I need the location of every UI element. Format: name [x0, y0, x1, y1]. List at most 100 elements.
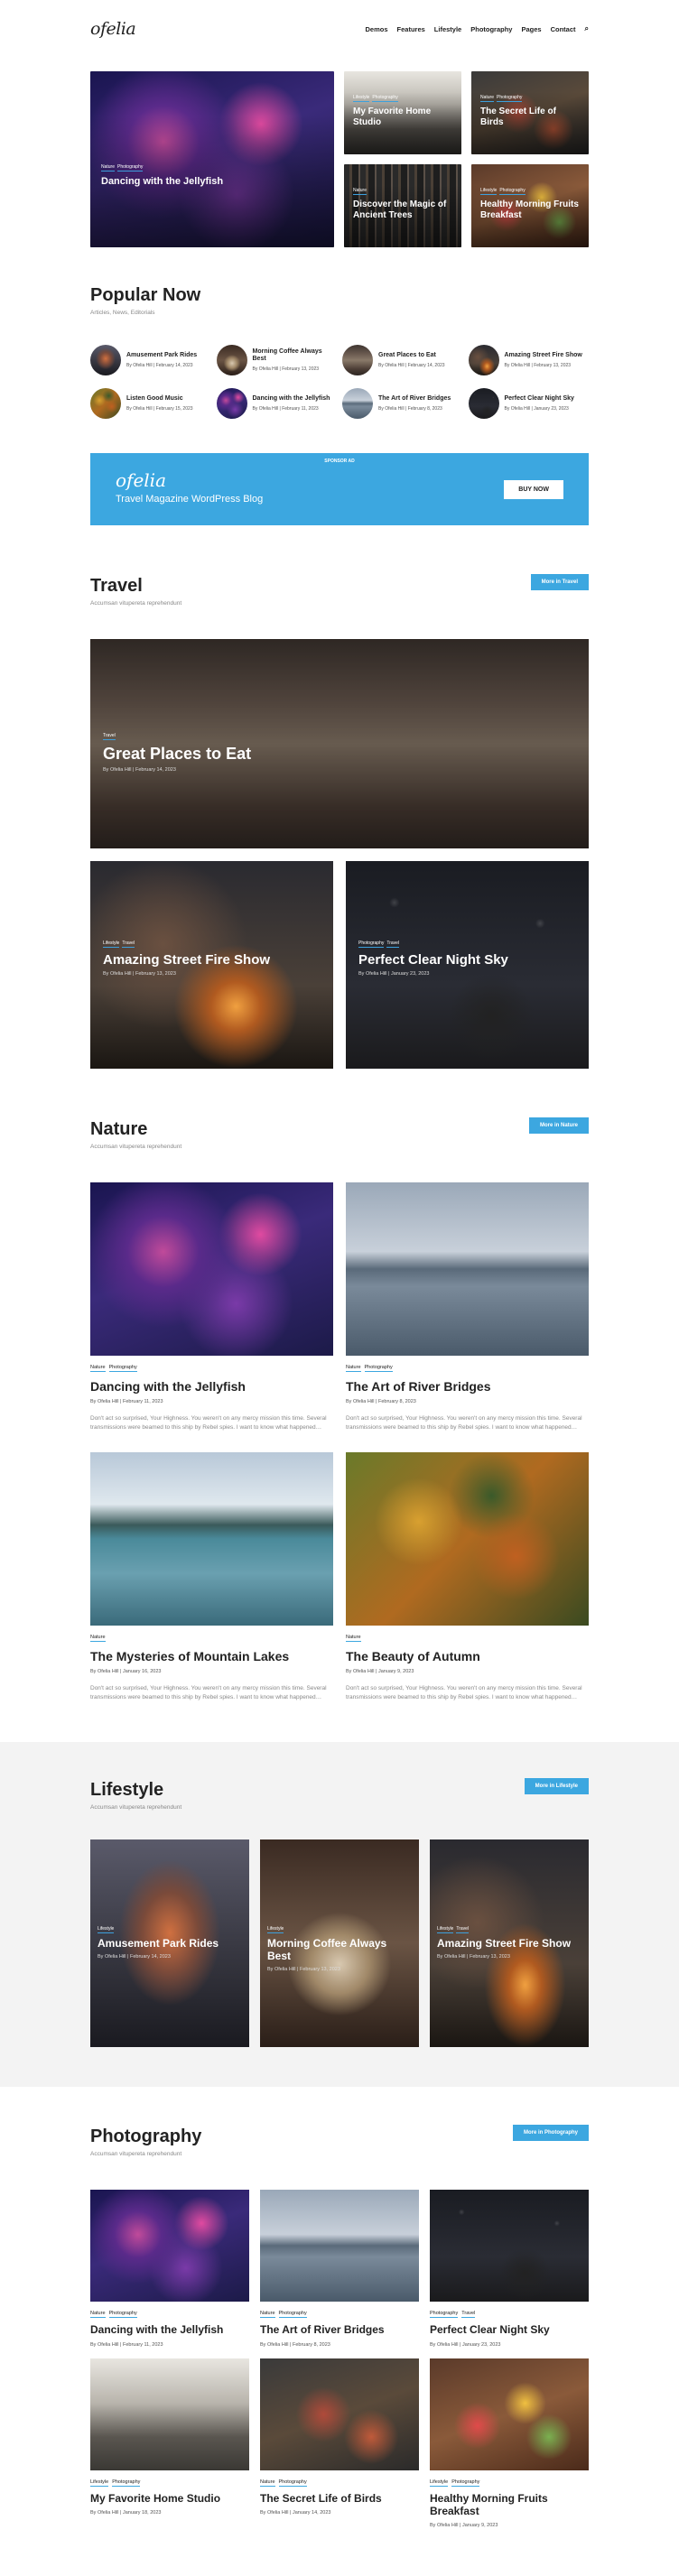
- popular-item[interactable]: Listen Good Music By Ofelia Hill | Februa…: [90, 388, 211, 419]
- nav-pages[interactable]: Pages: [521, 25, 541, 33]
- post-thumbnail[interactable]: [342, 388, 373, 419]
- post-thumbnail[interactable]: [342, 345, 373, 375]
- post-title[interactable]: Morning Coffee Always Best: [253, 348, 338, 364]
- category-tag[interactable]: Nature: [101, 164, 116, 172]
- post-title[interactable]: The Beauty of Autumn: [346, 1649, 589, 1663]
- travel-feature-card[interactable]: Travel Great Places to Eat By Ofelia Hill …: [90, 639, 589, 848]
- category-tag[interactable]: Travel: [456, 1926, 470, 1934]
- hero-card[interactable]: Nature Discover the Magic of Ancient Tree…: [344, 164, 461, 247]
- post-image[interactable]: [90, 1182, 333, 1356]
- category-tag[interactable]: Lifestyle: [90, 2479, 109, 2487]
- post-title[interactable]: My Favorite Home Studio: [353, 107, 452, 127]
- post-title[interactable]: Healthy Morning Fruits Breakfast: [430, 2492, 589, 2518]
- category-tag[interactable]: Photography: [372, 95, 398, 102]
- category-tag[interactable]: Travel: [461, 2311, 476, 2319]
- category-tag[interactable]: Photography: [499, 188, 526, 195]
- popular-item[interactable]: Amazing Street Fire Show By Ofelia Hill |…: [468, 345, 590, 375]
- category-tag[interactable]: Photography: [278, 2311, 307, 2319]
- category-tag[interactable]: Photography: [430, 2311, 459, 2319]
- post-image[interactable]: [90, 2190, 249, 2303]
- category-tag[interactable]: Photography: [278, 2479, 307, 2487]
- post-title[interactable]: Morning Coffee Always Best: [267, 1937, 412, 1963]
- search-icon[interactable]: ⌕: [585, 24, 589, 33]
- hero-feature-card[interactable]: Nature Photography Dancing with the Jelly…: [90, 71, 334, 247]
- category-tag[interactable]: Travel: [386, 941, 400, 948]
- post-image[interactable]: [346, 1452, 589, 1626]
- post-title[interactable]: Amusement Park Rides: [98, 1937, 242, 1951]
- travel-card[interactable]: Photography Travel Perfect Clear Night Sky…: [346, 861, 589, 1069]
- post-title[interactable]: The Art of River Bridges: [378, 395, 451, 403]
- post-title[interactable]: Perfect Clear Night Sky: [358, 952, 508, 968]
- post-title[interactable]: The Mysteries of Mountain Lakes: [90, 1649, 333, 1663]
- post-title[interactable]: Perfect Clear Night Sky: [505, 395, 574, 403]
- category-tag[interactable]: Photography: [358, 941, 385, 948]
- category-tag[interactable]: Travel: [103, 733, 116, 740]
- category-tag[interactable]: Lifestyle: [103, 941, 120, 948]
- popular-item[interactable]: Great Places to Eat By Ofelia Hill | Febr…: [342, 345, 463, 375]
- category-tag[interactable]: Photography: [117, 164, 144, 172]
- nav-photography[interactable]: Photography: [470, 25, 512, 33]
- site-logo[interactable]: ofelia: [90, 19, 136, 39]
- post-title[interactable]: Great Places to Eat: [378, 352, 445, 359]
- category-tag[interactable]: Nature: [90, 1365, 106, 1372]
- more-in-travel-button[interactable]: More in Travel: [530, 574, 589, 590]
- category-tag[interactable]: Lifestyle: [437, 1926, 454, 1934]
- post-title[interactable]: Healthy Morning Fruits Breakfast: [480, 199, 580, 220]
- post-title[interactable]: Dancing with the Jellyfish: [90, 2323, 249, 2336]
- post-title[interactable]: Discover the Magic of Ancient Trees: [353, 199, 452, 220]
- post-image[interactable]: [90, 1452, 333, 1626]
- post-title[interactable]: The Art of River Bridges: [260, 2323, 419, 2336]
- hero-card[interactable]: Lifestyle Photography Healthy Morning Frui…: [471, 164, 589, 247]
- category-tag[interactable]: Photography: [451, 2479, 480, 2487]
- category-tag[interactable]: Nature: [90, 2311, 106, 2319]
- category-tag[interactable]: Lifestyle: [98, 1926, 115, 1934]
- more-in-photography-button[interactable]: More in Photography: [513, 2125, 589, 2142]
- lifestyle-card[interactable]: Lifestyle Morning Coffee Always Best By Of…: [260, 1839, 419, 2048]
- post-thumbnail[interactable]: [216, 388, 247, 419]
- post-title[interactable]: Great Places to Eat: [103, 745, 251, 764]
- sponsor-banner[interactable]: SPONSOR AD ofelia Travel Magazine WordPr…: [90, 453, 589, 525]
- hero-card[interactable]: Nature Photography The Secret Life of Bird…: [471, 71, 589, 154]
- post-title[interactable]: Dancing with the Jellyfish: [253, 395, 330, 403]
- post-title[interactable]: Perfect Clear Night Sky: [430, 2323, 589, 2336]
- category-tag[interactable]: Lifestyle: [267, 1926, 284, 1934]
- category-tag[interactable]: Photography: [364, 1365, 393, 1372]
- category-tag[interactable]: Nature: [346, 1635, 361, 1643]
- hero-card[interactable]: Lifestyle Photography My Favorite Home Stu…: [344, 71, 461, 154]
- travel-card[interactable]: Lifestyle Travel Amazing Street Fire Show B…: [90, 861, 333, 1069]
- post-title[interactable]: My Favorite Home Studio: [90, 2492, 249, 2505]
- post-thumbnail[interactable]: [90, 345, 121, 375]
- post-title[interactable]: Amusement Park Rides: [126, 352, 197, 359]
- category-tag[interactable]: Nature: [260, 2311, 275, 2319]
- post-thumbnail[interactable]: [90, 388, 121, 419]
- category-tag[interactable]: Travel: [122, 941, 135, 948]
- more-in-nature-button[interactable]: More in Nature: [528, 1117, 589, 1134]
- more-in-lifestyle-button[interactable]: More in Lifestyle: [524, 1778, 589, 1795]
- post-image[interactable]: [346, 1182, 589, 1356]
- popular-item[interactable]: The Art of River Bridges By Ofelia Hill |…: [342, 388, 463, 419]
- post-title[interactable]: Listen Good Music: [126, 395, 193, 403]
- popular-item[interactable]: Morning Coffee Always Best By Ofelia Hill…: [216, 345, 338, 375]
- post-title[interactable]: Dancing with the Jellyfish: [101, 176, 325, 188]
- post-title[interactable]: The Secret Life of Birds: [480, 107, 580, 127]
- category-tag[interactable]: Nature: [260, 2479, 275, 2487]
- lifestyle-card[interactable]: Lifestyle Travel Amazing Street Fire Show B…: [430, 1839, 589, 2048]
- category-tag[interactable]: Photography: [108, 1365, 137, 1372]
- category-tag[interactable]: Nature: [480, 95, 495, 102]
- category-tag[interactable]: Lifestyle: [430, 2479, 449, 2487]
- category-tag[interactable]: Photography: [497, 95, 523, 102]
- post-image[interactable]: [430, 2358, 589, 2470]
- category-tag[interactable]: Nature: [346, 1365, 361, 1372]
- post-title[interactable]: Amazing Street Fire Show: [103, 952, 270, 968]
- category-tag[interactable]: Lifestyle: [480, 188, 498, 195]
- nav-features[interactable]: Features: [397, 25, 425, 33]
- post-title[interactable]: Dancing with the Jellyfish: [90, 1379, 333, 1394]
- post-image[interactable]: [260, 2190, 419, 2303]
- nav-contact[interactable]: Contact: [551, 25, 576, 33]
- nav-lifestyle[interactable]: Lifestyle: [434, 25, 461, 33]
- nav-demos[interactable]: Demos: [366, 25, 388, 33]
- post-image[interactable]: [90, 2358, 249, 2470]
- buy-now-button[interactable]: BUY NOW: [504, 480, 563, 499]
- category-tag[interactable]: Photography: [108, 2311, 137, 2319]
- category-tag[interactable]: Nature: [90, 1635, 106, 1643]
